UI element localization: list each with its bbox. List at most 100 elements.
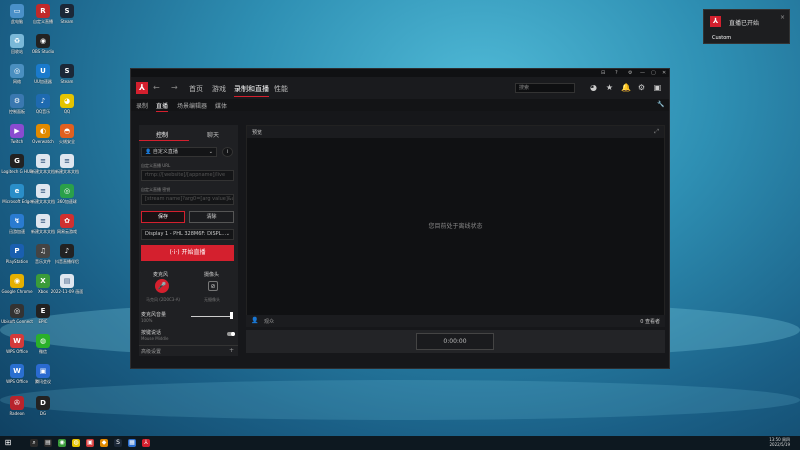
desktop-icon[interactable]: ↯ 迅游加速 (4, 214, 30, 234)
taskbar-app-icon[interactable]: ⌕ (30, 439, 38, 447)
tab-performance[interactable]: 性能 (274, 84, 288, 94)
wrench-icon[interactable]: 🔧 (657, 101, 664, 108)
camera-label: 摄像头 (204, 272, 220, 278)
taskbar-app-icon[interactable]: ◆ (100, 439, 108, 447)
close-icon[interactable]: ✕ (662, 70, 666, 76)
help-icon[interactable]: ? (615, 70, 618, 76)
desktop-icon[interactable]: ◐ Overwatch (30, 124, 56, 144)
stream-key-input[interactable]: [stream name]?arg0=[arg value]&arg1=[arg… (141, 194, 234, 205)
taskbar-app-icon[interactable]: ◍ (72, 439, 80, 447)
desktop-icon[interactable]: ≡ 新建文本文档 (30, 184, 56, 204)
display-select[interactable]: Display 1 - PHL 328M6F: DISPL... ⌄ (141, 229, 234, 240)
desktop-icon-label: Steam (60, 19, 74, 24)
divider (139, 345, 238, 346)
desktop-icon[interactable]: ▶ Twitch (4, 124, 30, 144)
start-button[interactable]: ⊞ (4, 439, 12, 447)
desktop-icon[interactable]: ◉ OBS Studio (30, 34, 56, 54)
stream-url-input[interactable]: rtmp://[website]/[appname]/live (141, 170, 234, 181)
camera-off-icon[interactable]: ⊘ (208, 281, 218, 291)
expand-icon[interactable]: ⤢ (654, 128, 659, 136)
desktop-icon[interactable]: ▭ 此电脑 (4, 4, 30, 24)
push-to-talk-toggle[interactable] (227, 332, 235, 336)
desktop-icon[interactable]: ✇ Radeon (4, 396, 30, 416)
subtab-stream[interactable]: 直播 (156, 101, 169, 112)
tab-games[interactable]: 游戏 (212, 84, 226, 94)
settings-icon[interactable]: ⚙ (628, 70, 632, 76)
app-icon: U (36, 64, 50, 78)
minimize-icon[interactable]: — (640, 70, 645, 76)
desktop-icon[interactable]: G Logitech G HUB (1, 154, 33, 174)
back-arrow-icon[interactable]: ← (153, 83, 160, 92)
window-minimize-icon[interactable]: ⊟ (601, 70, 605, 76)
taskbar-app-icon[interactable]: ◉ (58, 439, 66, 447)
desktop-icon[interactable]: ≡ 新建文本文档 (30, 214, 56, 234)
desktop-icon[interactable]: ≡ 新建文本文档 (54, 154, 80, 174)
desktop-icon[interactable]: ◓ 火绒安全 (54, 124, 80, 144)
desktop-icon[interactable]: S Steam (54, 64, 80, 84)
desktop-icon[interactable]: ▣ 腾讯会议 (30, 364, 56, 384)
save-button[interactable]: 保存 (141, 211, 185, 223)
taskbar-app-icon[interactable]: ⅄ (142, 439, 150, 447)
maximize-icon[interactable]: ▢ (651, 70, 656, 76)
star-icon[interactable]: ★ (605, 83, 614, 92)
desktop-icon[interactable]: ◎ Ubisoft Connect (1, 304, 33, 324)
desktop-icon[interactable]: P PlayStation (4, 244, 30, 264)
desktop-icon[interactable]: ♪ 抖音直播伴侣 (54, 244, 80, 264)
subtab-record[interactable]: 录制 (136, 101, 148, 110)
app-icon: ♻ (10, 34, 24, 48)
microphone-icon[interactable]: 🎤 (155, 279, 169, 293)
app-icon: ▶ (10, 124, 24, 138)
tab-chat[interactable]: 聊天 (207, 130, 219, 139)
clear-button[interactable]: 清除 (189, 211, 234, 223)
desktop-icon-label: 迅游加速 (9, 229, 25, 234)
tab-record-stream[interactable]: 录制和直播 (234, 84, 269, 97)
advanced-settings-label[interactable]: 高级设置 (141, 348, 161, 355)
desktop-icon[interactable]: ✿ 网易云游戏 (54, 214, 80, 234)
media-icon[interactable]: ▣ (653, 83, 662, 92)
info-icon[interactable]: i (222, 147, 233, 157)
desktop-icon[interactable]: S Steam (54, 4, 80, 24)
forward-arrow-icon[interactable]: → (171, 83, 178, 92)
mic-volume-slider[interactable] (191, 316, 233, 317)
desktop-icon[interactable]: ◉ Google Chrome (1, 274, 33, 294)
stream-service-select[interactable]: 👤 自定义直播 ⌄ (141, 147, 217, 157)
go-live-button[interactable]: (·i·) 开始直播 (141, 245, 234, 261)
desktop-icon[interactable]: ≡ 新建文本文档 (30, 154, 56, 174)
desktop-icon[interactable]: ♪ QQ音乐 (30, 94, 56, 114)
bell-icon[interactable]: 🔔 (621, 83, 631, 92)
taskbar-app-icon[interactable]: S (114, 439, 122, 447)
desktop-icon[interactable]: W WPS Office (4, 364, 30, 384)
tab-home[interactable]: 首页 (189, 84, 203, 94)
taskbar-app-icon[interactable]: ▤ (44, 439, 52, 447)
system-clock[interactable]: 13:50 周四 2022/5/19 (769, 437, 790, 447)
desktop-icon[interactable]: ◍ 微信 (30, 334, 56, 354)
app-icon: ↯ (10, 214, 24, 228)
subtab-media[interactable]: 媒体 (215, 101, 227, 110)
desktop-icon[interactable]: ◎ 360加速球 (54, 184, 80, 204)
desktop-icon[interactable]: ♻ 回收站 (4, 34, 30, 54)
mic-volume-slider-handle[interactable] (230, 312, 233, 319)
subtab-scene-editor[interactable]: 场景编辑器 (177, 101, 207, 110)
desktop-icon[interactable]: U UU加速器 (30, 64, 56, 84)
desktop-icon[interactable]: E EPIC (30, 304, 56, 324)
radeon-software-window: ⊟ ? ⚙ — ▢ ✕ ⅄ ← → 首页 游戏 录制和直播 性能 搜索 ◕ ★ … (130, 68, 670, 369)
desktop-icon[interactable]: ♫ 音乐文件 (30, 244, 56, 264)
desktop-icon[interactable]: W WPS Office (4, 334, 30, 354)
desktop-icon[interactable]: D DG (30, 396, 56, 416)
tab-control[interactable]: 控制 (156, 130, 168, 139)
desktop-icon[interactable]: ◕ QQ (54, 94, 80, 114)
taskbar-app-icon[interactable]: ▦ (128, 439, 136, 447)
app-icon: X (36, 274, 50, 288)
desktop-icon[interactable]: R 自定义直播 (30, 4, 56, 24)
plus-icon[interactable]: + (229, 347, 234, 354)
search-input[interactable]: 搜索 (515, 83, 575, 93)
gear-icon[interactable]: ⚙ (637, 83, 646, 92)
close-icon[interactable]: × (780, 14, 785, 21)
desktop-icon[interactable]: e Microsoft Edge (2, 184, 32, 204)
desktop-icon[interactable]: ⚙ 控制面板 (4, 94, 30, 114)
desktop-icon[interactable]: ◎ 网络 (4, 64, 30, 84)
live-started-notification[interactable]: ⅄ 直播已开始 × Custom (703, 9, 790, 44)
account-icon[interactable]: ◕ (589, 83, 598, 92)
taskbar-app-icon[interactable]: ▣ (86, 439, 94, 447)
desktop-icon[interactable]: ▤ 2022-11-09 画面 (51, 274, 83, 294)
